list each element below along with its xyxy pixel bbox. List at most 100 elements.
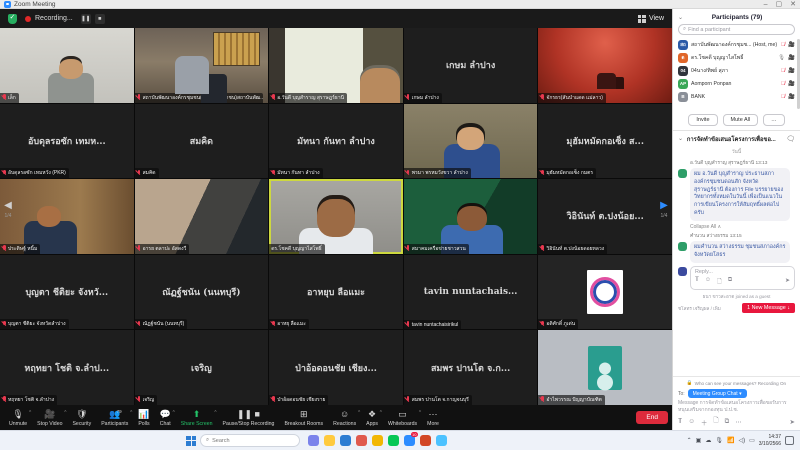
encryption-shield-icon[interactable] (8, 14, 17, 24)
screenshot-icon[interactable]: ⧉ (728, 277, 732, 287)
plus-icon[interactable]: ＋ (701, 417, 708, 427)
taskbar-search-input[interactable]: ⌕ Search (200, 434, 300, 447)
chat-message-bubble[interactable]: ผมคำนวน สว่างธรรม ชุมชนสภาองค์กร จังหวัด… (690, 241, 790, 263)
video-tile[interactable]: เล็ก (0, 28, 134, 103)
video-tile[interactable]: ป่าอ้อดอนชัย เชียง...ป่าอ้อดอนชัย เชียงร… (269, 330, 403, 405)
powerpoint-taskbar-icon[interactable] (420, 435, 431, 446)
invite-button[interactable]: Invite (688, 114, 717, 126)
video-tile[interactable]: จักรธร(สันป่าแดด แม่ลาว) (538, 28, 672, 103)
chat-message-input[interactable]: Message การจัดทำข้อเสนอโครงการเพื่อขอรับ… (678, 400, 795, 414)
emoji-icon[interactable]: ☺ (705, 277, 711, 287)
gallery-next-page[interactable]: ▶ 1/4 (657, 201, 671, 219)
chrome-taskbar-icon[interactable] (372, 435, 383, 446)
new-message-button[interactable]: 1 New Message ↓ (742, 303, 795, 313)
onedrive-cloud-icon[interactable]: ☁ (705, 437, 711, 444)
video-tile[interactable]: มุฮัมหมัดกอเซ็ง ส...มุฮัมหมัดกอเซ็ง กมตร (538, 104, 672, 179)
video-tile[interactable]: เกษม ลำปางเกษม ลำปาง (404, 28, 538, 103)
video-tile[interactable]: อาหยุบ ลือแมะอาหยุ ลือแมะ (269, 255, 403, 330)
emoji-icon[interactable]: ☺ (688, 418, 695, 425)
teams-chat-taskbar-icon[interactable] (308, 435, 319, 446)
zoom-taskbar-icon[interactable]: 10 (404, 435, 415, 446)
video-tile[interactable]: มัทนา กันทา ลำปางมัทนา กันทา ลำปาง (269, 104, 403, 179)
windows-start-button[interactable] (186, 436, 196, 446)
chat-button[interactable]: 💬⌃Chat (155, 409, 176, 427)
notification-center-icon[interactable] (785, 436, 794, 445)
video-tile[interactable]: tavin nuntachais...tavin nuntachaisiriku… (404, 255, 538, 330)
paint-taskbar-icon[interactable] (436, 435, 447, 446)
video-tile[interactable]: อารย ตลาปะ อัสดงวี (135, 179, 269, 254)
chat-channel-selector[interactable]: Meeting Group Chat ▾ (688, 389, 747, 398)
photos-taskbar-icon[interactable] (356, 435, 367, 446)
video-tile[interactable]: สมพร ปานโต จ.ก...สมพร ปานโต จ.กาญจนบุรี (404, 330, 538, 405)
reactions-button[interactable]: ☺⌃Reactions (328, 409, 361, 427)
record-button[interactable]: ❚❚ ■Pause/Stop Recording (218, 409, 280, 427)
composer-more-icon[interactable]: ⋯ (735, 418, 742, 426)
edge-taskbar-icon[interactable] (340, 435, 351, 446)
wifi-icon[interactable]: 📶 (727, 437, 734, 444)
file-explorer-taskbar-icon[interactable] (324, 435, 335, 446)
video-tile[interactable]: อับดุลรอซัก เทมห...อับดุลรอซัก เทมหวัง (… (0, 104, 134, 179)
video-tile[interactable]: สมคิดสมคิด (135, 104, 269, 179)
stop-video-button[interactable]: 🎥⌃Stop Video (32, 409, 67, 427)
minimize-button[interactable]: – (764, 1, 768, 8)
participants-button[interactable]: 👥79⌃Participants (96, 409, 133, 427)
collapse-all-button[interactable]: Collapse All ∧ (690, 224, 795, 230)
send-message-icon[interactable]: ➤ (790, 418, 795, 426)
volume-icon[interactable]: ◁) (738, 437, 745, 444)
format-text-icon[interactable]: 𝐓 (678, 418, 682, 426)
screenshot-icon[interactable]: ⧉ (725, 418, 730, 426)
video-tile[interactable]: เจริญเจริญ (135, 330, 269, 405)
video-tile[interactable]: สถาบันพัฒนาองค์กรชุมชน(องค์การมหาชน)สถาบ… (135, 28, 269, 103)
participant-row[interactable]: ดดร.โชคดี บุญญาไสโพธิ์🎙🎥 (678, 51, 795, 64)
chat-message-bubble[interactable]: ผม อ.วันดี บุญสำราญ ประธานสภาองค์กรชุมชน… (690, 168, 790, 221)
chat-bubble-icon[interactable]: 🗨 (786, 135, 795, 143)
video-tile[interactable]: ดร.โชคดี บุญญาไสโพธิ์ (269, 179, 403, 254)
participant-row[interactable]: APAomporn Ponpan🎙̸🎥 (678, 77, 795, 90)
end-meeting-button[interactable]: End (636, 411, 668, 424)
participant-row[interactable]: BBANK🎙̸🎥 (678, 90, 795, 103)
attach-file-icon[interactable]: 🗋 (713, 416, 718, 427)
more-button[interactable]: ⋯More (422, 409, 444, 427)
participant-row[interactable]: 0404นาง/ทิพย์ สุภา🎙̸🎥 (678, 64, 795, 77)
reply-input[interactable]: Reply... (695, 269, 790, 275)
participants-collapse-icon[interactable]: ⌄ (678, 14, 683, 21)
taskbar-clock[interactable]: 14:37 3/10/2566 (759, 434, 781, 447)
video-tile[interactable]: ประดิษฐ์ หนิ้ม (0, 179, 134, 254)
video-tile[interactable]: บุญตา ชีติยะ จังหวั...บุญตา ชีติยะ จังหว… (0, 255, 134, 330)
maximize-button[interactable]: ▢ (776, 1, 783, 8)
gallery-prev-page[interactable]: ◀ 1/4 (1, 201, 15, 219)
tray-expand-icon[interactable]: ⌃ (687, 437, 692, 444)
tray-mic-icon[interactable]: 🎙 (715, 437, 723, 444)
chat-collapse-icon[interactable]: ⌄ (678, 136, 683, 142)
security-button[interactable]: 🛡Security (67, 409, 96, 427)
format-text-icon[interactable]: 𝐓 (695, 277, 699, 287)
whiteboards-button[interactable]: ▭⌃Whiteboards (383, 409, 422, 427)
close-button[interactable]: ✕ (790, 1, 796, 8)
polls-button[interactable]: 📊Polls (133, 409, 154, 427)
video-tile[interactable]: อำไพวรรณ ปัญญาบัณฑิต (538, 330, 672, 405)
video-tile[interactable]: อ.วันดี บุญสำราญ สุราษฎร์ธานี (269, 28, 403, 103)
line-taskbar-icon[interactable] (388, 435, 399, 446)
video-tile[interactable]: หฤทยา โชติ จ.ลำป...หฤทยา โชติ จ.ลำปาง (0, 330, 134, 405)
view-button[interactable]: View (638, 15, 664, 23)
tray-app-icon[interactable]: ▣ (696, 437, 702, 444)
video-tile[interactable]: สมาคมเครือข่ายชาวสวน (404, 179, 538, 254)
share-screen-button[interactable]: ⬆⌃Share Screen (176, 409, 218, 427)
participant-search-input[interactable]: ⌕ Find a participant (678, 24, 795, 35)
participant-row[interactable]: สถสถาบันพัฒนาองค์กรชุมช... (Host, me)🎙̸🎥 (678, 38, 795, 51)
video-tile[interactable]: ณัฏฐ์ชนัน (นนทบุรี)ณัฏฐ์ชนัน (นนทบุรี) (135, 255, 269, 330)
reply-composer[interactable]: Reply... 𝐓 ☺ 🗋 ⧉ ➤ (678, 266, 795, 290)
video-tile[interactable]: พรมา พรหมวังขวา ลำปาง (404, 104, 538, 179)
pause-recording-button[interactable]: ❚❚ (81, 14, 91, 24)
mute-all-button[interactable]: Mute All (723, 114, 759, 126)
video-tile[interactable]: วิอินันท์ ต.ปงน้อย...วิอินันท์ ต.ปงน้อยด… (538, 179, 672, 254)
attach-file-icon[interactable]: 🗋 (717, 277, 722, 287)
video-tile[interactable]: อดิศักดิ์ ภูเด่น (538, 255, 672, 330)
stop-recording-button[interactable]: ■ (95, 14, 105, 24)
unmute-button[interactable]: 🎙⌃Unmute (4, 409, 32, 427)
participants-more-button[interactable]: … (763, 114, 785, 126)
breakout-rooms-button[interactable]: ⊞Breakout Rooms (279, 409, 328, 427)
send-reply-icon[interactable]: ➤ (785, 277, 790, 287)
battery-icon[interactable]: ▭ (749, 437, 755, 444)
apps-button[interactable]: ❖⌃Apps (361, 409, 383, 427)
